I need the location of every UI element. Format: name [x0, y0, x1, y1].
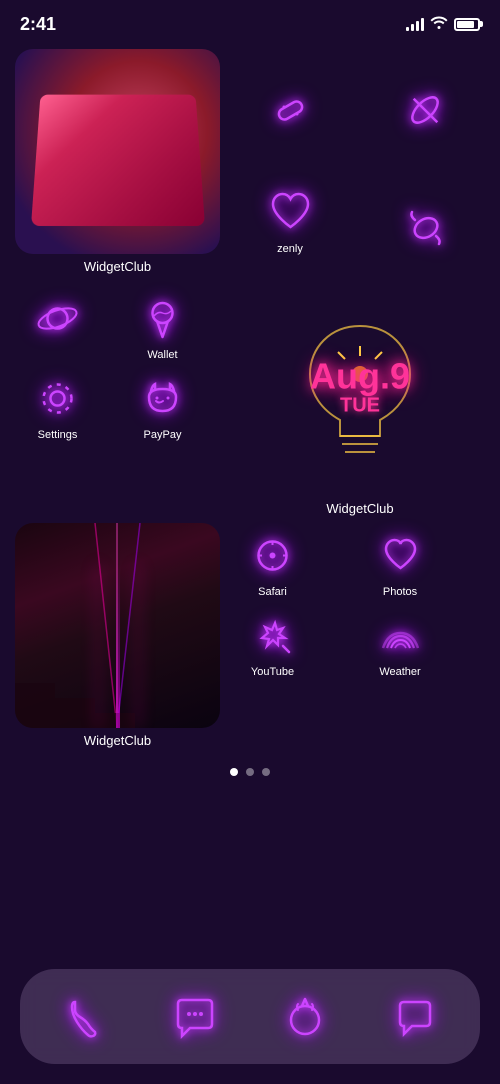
youtube-icon	[245, 608, 300, 663]
row-2: Wallet Settings Pa	[15, 286, 485, 516]
planet-icon-cell[interactable]	[15, 286, 100, 366]
devil-icon	[135, 371, 190, 426]
status-icons	[406, 15, 480, 34]
icecream-icon	[135, 291, 190, 346]
row-3: WidgetClub Safari Ph	[15, 523, 485, 748]
phone-icon	[60, 992, 110, 1042]
photos-label: Photos	[383, 586, 417, 598]
zenly-label: zenly	[277, 243, 303, 255]
weather-icon-cell[interactable]: Weather	[358, 603, 443, 683]
youtube-icon-cell[interactable]: YouTube	[230, 603, 315, 683]
status-bar: 2:41	[0, 0, 500, 44]
widget-label-2: WidgetClub	[326, 501, 393, 516]
bandaid-icon	[263, 83, 318, 138]
unicorn-icon	[280, 992, 330, 1042]
dock-speech[interactable]	[383, 984, 448, 1049]
dot-2[interactable]	[246, 768, 254, 776]
home-screen: WidgetClub	[0, 44, 500, 753]
icecream-icon-cell[interactable]: Wallet	[120, 286, 205, 366]
messages-icon	[170, 992, 220, 1042]
pill-icon	[398, 83, 453, 138]
dock-phone[interactable]	[53, 984, 118, 1049]
status-time: 2:41	[20, 14, 56, 35]
planet-icon	[30, 291, 85, 346]
wifi-icon	[430, 15, 448, 34]
speech-icon	[390, 992, 440, 1042]
paypay-label: PayPay	[144, 429, 182, 441]
widget-label-1: WidgetClub	[84, 259, 151, 274]
candy-icon	[398, 200, 453, 255]
pill-icon-cell[interactable]	[383, 78, 468, 143]
row-1: WidgetClub	[15, 49, 485, 279]
page-dots	[0, 768, 500, 776]
widget-club-street[interactable]: WidgetClub	[15, 523, 220, 748]
widget-club-laptop[interactable]: WidgetClub	[15, 49, 220, 274]
safari-icon	[245, 528, 300, 583]
weather-icon	[373, 608, 428, 663]
right-icons-grid-2: Safari Photos YouTube	[230, 523, 485, 683]
widget-label-3: WidgetClub	[84, 733, 151, 748]
settings-icon	[30, 371, 85, 426]
candy-icon-cell[interactable]	[383, 195, 468, 260]
widget-date: Aug.9	[310, 359, 410, 395]
battery-icon	[454, 18, 480, 31]
dot-1[interactable]	[230, 768, 238, 776]
bandaid-icon-cell[interactable]	[248, 78, 333, 143]
settings-icon-cell[interactable]: Settings	[15, 366, 100, 446]
widget-day: TUE	[310, 395, 410, 418]
paypay-icon-cell[interactable]: PayPay	[120, 366, 205, 446]
photos-icon	[373, 528, 428, 583]
dock-messages[interactable]	[163, 984, 228, 1049]
youtube-label: YouTube	[251, 666, 294, 678]
dock-unicorn[interactable]	[273, 984, 338, 1049]
signal-icon	[406, 17, 424, 31]
photos-icon-cell[interactable]: Photos	[358, 523, 443, 603]
heart-icon-cell[interactable]: zenly	[248, 180, 333, 260]
safari-icon-cell[interactable]: Safari	[230, 523, 315, 603]
widget-club-lightbulb[interactable]: Aug.9 TUE WidgetClub	[235, 286, 485, 516]
wallet-label: Wallet	[147, 349, 177, 361]
dot-3[interactable]	[262, 768, 270, 776]
safari-label: Safari	[258, 586, 287, 598]
left-icons-col: Wallet Settings Pa	[15, 286, 225, 446]
right-icons-grid: zenly	[230, 49, 485, 279]
settings-label: Settings	[38, 429, 78, 441]
weather-label: Weather	[379, 666, 420, 678]
heart-icon	[263, 185, 318, 240]
dock	[20, 969, 480, 1064]
